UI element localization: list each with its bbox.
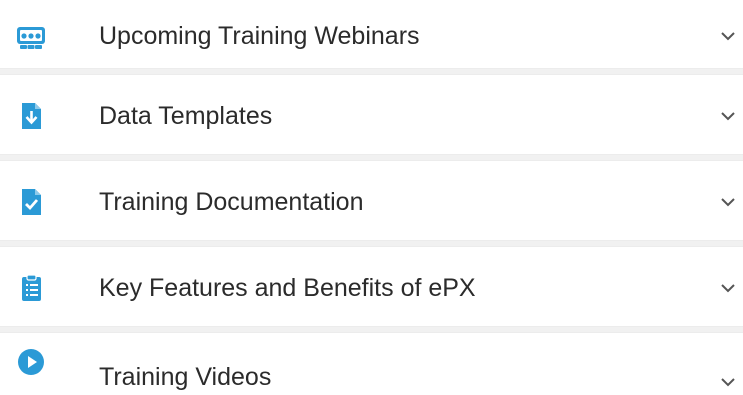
- chevron-down-icon[interactable]: [717, 371, 739, 393]
- chevron-down-icon[interactable]: [717, 105, 739, 127]
- accordion-item-label: Training Videos: [99, 363, 272, 391]
- play-circle-icon: [16, 347, 46, 377]
- divider: [0, 68, 743, 75]
- clipboard-list-icon: [16, 273, 46, 303]
- accordion-item-label: Data Templates: [99, 102, 273, 130]
- file-check-icon: [16, 187, 46, 217]
- accordion-item-label: Training Documentation: [99, 188, 364, 216]
- accordion-item-training-documentation[interactable]: Training Documentation: [0, 166, 743, 238]
- accordion-item-upcoming-training-webinars[interactable]: Upcoming Training Webinars: [0, 0, 743, 72]
- accordion-item-label: Key Features and Benefits of ePX: [99, 274, 476, 302]
- divider: [0, 326, 743, 333]
- accordion-item-key-features-and-benefits[interactable]: Key Features and Benefits of ePX: [0, 252, 743, 324]
- accordion-item-data-templates[interactable]: Data Templates: [0, 80, 743, 152]
- divider: [0, 240, 743, 247]
- accordion-item-label: Upcoming Training Webinars: [99, 22, 420, 50]
- file-download-icon: [16, 101, 46, 131]
- training-accordion: Upcoming Training Webinars Data Template…: [0, 0, 743, 395]
- divider: [0, 154, 743, 161]
- chevron-down-icon[interactable]: [717, 277, 739, 299]
- webinar-icon: [16, 21, 46, 51]
- accordion-item-training-videos[interactable]: Training Videos: [0, 338, 743, 395]
- chevron-down-icon[interactable]: [717, 191, 739, 213]
- chevron-down-icon[interactable]: [717, 25, 739, 47]
